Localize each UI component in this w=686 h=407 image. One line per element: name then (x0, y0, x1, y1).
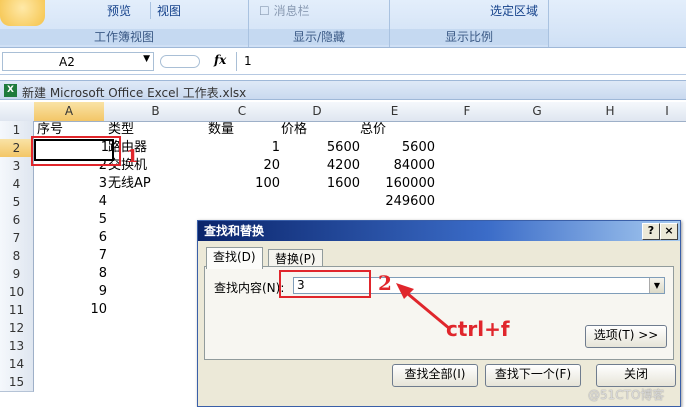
ribbon: 预览 视图 工作簿视图 ☐ 消息栏 显示/隐藏 选定区域 显示比例 (0, 0, 686, 48)
cell-e1[interactable]: 总价 (357, 121, 389, 139)
view-button[interactable]: 视图 (150, 2, 181, 19)
ribbon-group-workbook-views: 预览 视图 工作簿视图 (0, 0, 249, 47)
row-header[interactable]: 4 (0, 175, 34, 194)
zoom-to-selection-button[interactable]: 选定区域 (490, 2, 538, 19)
cell-c1[interactable]: 数量 (205, 121, 237, 139)
message-bar-checkbox[interactable]: ☐ 消息栏 (259, 2, 310, 19)
group-caption: 显示比例 (390, 29, 548, 45)
message-bar-label: 消息栏 (273, 4, 310, 18)
shortcut-annotation: ctrl+f (446, 317, 510, 341)
cell-a7[interactable]: 6 (34, 229, 110, 247)
annotation-box-1 (31, 136, 121, 166)
row-header[interactable]: 14 (0, 355, 34, 374)
cell-a8[interactable]: 7 (34, 247, 110, 265)
group-caption: 显示/隐藏 (249, 29, 389, 45)
close-icon[interactable]: × (660, 223, 678, 240)
column-header-c[interactable]: C (207, 102, 278, 122)
annotation-arrow-icon (396, 283, 451, 331)
annotation-number-1: 1 (126, 146, 139, 167)
cell-a4[interactable]: 3 (34, 175, 110, 193)
cell-e2[interactable]: 5600 (357, 139, 438, 157)
excel-icon: X (4, 84, 17, 97)
ribbon-group-window (549, 0, 686, 47)
cell-a5[interactable]: 4 (34, 193, 110, 211)
row-header[interactable]: 9 (0, 265, 34, 284)
row-header[interactable]: 6 (0, 211, 34, 230)
column-header-a[interactable]: A (34, 102, 105, 122)
row-header[interactable]: 2 (0, 139, 34, 158)
chevron-down-icon[interactable]: ▼ (649, 278, 664, 293)
fx-group: fx (160, 52, 236, 71)
ribbon-group-show-hide: ☐ 消息栏 显示/隐藏 (249, 0, 390, 47)
cell-a6[interactable]: 5 (34, 211, 110, 229)
formula-bar: A2 ▼ fx 1 (0, 49, 686, 75)
column-header-f[interactable]: F (432, 102, 503, 122)
close-button[interactable]: 关闭 (596, 364, 676, 387)
column-header-e[interactable]: E (357, 102, 433, 122)
annotation-number-2: 2 (378, 271, 392, 295)
cell-a10[interactable]: 9 (34, 283, 110, 301)
formula-bar-handle[interactable] (160, 55, 200, 68)
workbook-title-bar: X 新建 Microsoft Office Excel 工作表.xlsx (0, 80, 686, 100)
find-replace-dialog: 查找和替换 ? × 查找(D) 替换(P) 查找内容(N): 3 ▼ 选项(T)… (197, 220, 681, 407)
watermark: @51CTO博客 (588, 388, 665, 402)
ribbon-group-zoom: 选定区域 显示比例 (390, 0, 549, 47)
cell-c4[interactable]: 100 (207, 175, 283, 193)
name-box-value: A2 (59, 55, 75, 69)
find-what-label: 查找内容(N): (214, 281, 285, 295)
row-header[interactable]: 15 (0, 373, 34, 392)
row-header[interactable]: 10 (0, 283, 34, 302)
find-all-button[interactable]: 查找全部(I) (392, 364, 478, 387)
formula-value: 1 (244, 54, 252, 68)
cell-e5[interactable]: 249600 (357, 193, 438, 211)
help-button[interactable]: ? (642, 223, 660, 240)
cell-a9[interactable]: 8 (34, 265, 110, 283)
cell-d3[interactable]: 4200 (277, 157, 363, 175)
column-header-h[interactable]: H (572, 102, 649, 122)
cell-b4[interactable]: 无线AP (105, 175, 154, 193)
workbook-title: 新建 Microsoft Office Excel 工作表.xlsx (22, 86, 247, 100)
formula-input[interactable]: 1 (236, 52, 686, 71)
cell-a11[interactable]: 10 (34, 301, 110, 319)
cell-e3[interactable]: 84000 (357, 157, 438, 175)
dialog-title: 查找和替换 (204, 224, 265, 238)
column-header-b[interactable]: B (104, 102, 208, 122)
cell-d4[interactable]: 1600 (277, 175, 363, 193)
row-header[interactable]: 3 (0, 157, 34, 176)
row-header[interactable]: 5 (0, 193, 34, 212)
row-header[interactable]: 7 (0, 229, 34, 248)
annotation-box-2 (279, 270, 371, 298)
row-header[interactable]: 13 (0, 337, 34, 356)
column-header-d[interactable]: D (277, 102, 358, 122)
dialog-titlebar[interactable]: 查找和替换 ? × (198, 221, 680, 241)
cell-c3[interactable]: 20 (207, 157, 283, 175)
row-header[interactable]: 1 (0, 121, 34, 140)
row-header[interactable]: 12 (0, 319, 34, 338)
chevron-down-icon[interactable]: ▼ (143, 54, 150, 64)
name-box[interactable]: A2 ▼ (2, 52, 154, 71)
select-all-corner[interactable] (0, 102, 35, 122)
cell-d2[interactable]: 5600 (277, 139, 363, 157)
group-caption: 工作簿视图 (0, 29, 248, 45)
preview-button[interactable]: 预览 (107, 2, 131, 19)
cell-c2[interactable]: 1 (207, 139, 283, 157)
find-next-button[interactable]: 查找下一个(F) (485, 364, 581, 387)
cell-e4[interactable]: 160000 (357, 175, 438, 193)
tab-find[interactable]: 查找(D) (206, 247, 263, 269)
column-header-g[interactable]: G (502, 102, 573, 122)
row-header[interactable]: 8 (0, 247, 34, 266)
cell-d1[interactable]: 价格 (278, 121, 310, 139)
options-button[interactable]: 选项(T) >> (585, 325, 667, 348)
column-header-i[interactable]: I (648, 102, 686, 122)
insert-function-icon[interactable]: fx (214, 53, 226, 67)
row-header[interactable]: 11 (0, 301, 34, 320)
